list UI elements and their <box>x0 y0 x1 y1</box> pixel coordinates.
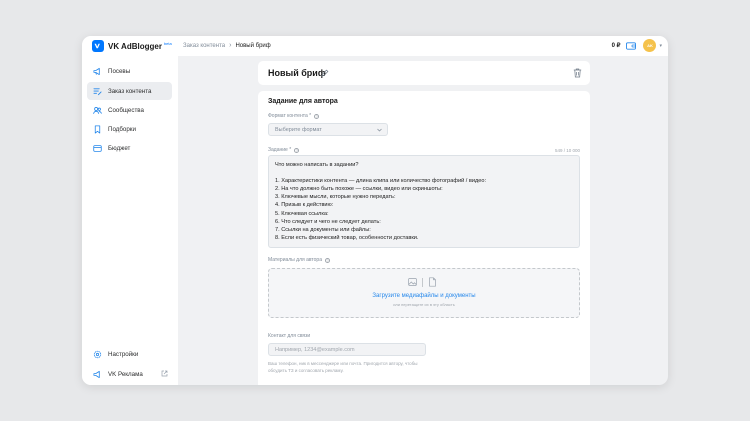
upload-dropzone[interactable]: Загрузите медиафайлы и документы или пер… <box>268 268 580 318</box>
task-blank-line <box>275 169 573 177</box>
task-line: 1. Характеристики контента — длина клипа… <box>275 178 486 185</box>
gear-icon <box>93 350 102 358</box>
megaphone-icon <box>93 67 100 75</box>
megaphone-icon <box>93 370 100 378</box>
task-line: Что можно написать в задании? <box>275 162 359 168</box>
section-title: Задание для автора <box>268 98 338 105</box>
sidebar-item-posevy[interactable]: Посевы <box>87 62 172 80</box>
top-header: VK AdBlogger beta Заказ контента › Новый… <box>82 36 668 56</box>
edit-list-icon <box>93 87 102 95</box>
sidebar-item-content-order[interactable]: Заказ контента <box>87 82 172 100</box>
task-label-text: Задание * <box>268 147 292 153</box>
format-label-text: Формат контента * <box>268 113 312 119</box>
breadcrumb-separator: › <box>229 42 232 49</box>
upload-link[interactable]: Загрузите медиафайлы и документы <box>269 293 579 299</box>
sidebar-item-communities[interactable]: Сообщества <box>87 101 172 119</box>
sidebar-item-collections[interactable]: Подборки <box>87 120 172 138</box>
external-link-icon[interactable] <box>161 370 168 377</box>
task-line: 2. На что должно быть похоже — ссылки, в… <box>275 186 443 193</box>
header-actions: 0 ₽ AK ▾ <box>612 39 662 52</box>
vk-logo-icon <box>92 40 104 52</box>
app-window: VK AdBlogger beta Заказ контента › Новый… <box>82 36 668 385</box>
contact-label-text: Контакт для связи <box>268 333 311 339</box>
chevron-down-icon[interactable]: ▾ <box>659 43 662 49</box>
materials-label: Материалы для автора ? <box>268 257 330 263</box>
sidebar: Посевы Заказ контента Сообщества Подборк… <box>82 56 178 385</box>
format-select[interactable]: Выберите формат <box>268 123 388 136</box>
contact-input[interactable]: Например, 1234@example.com <box>268 343 426 356</box>
sidebar-item-label: Подборки <box>108 125 136 133</box>
avatar[interactable]: AK <box>643 39 657 52</box>
users-icon <box>93 106 102 114</box>
bookmark-icon <box>94 124 101 134</box>
pencil-icon[interactable] <box>321 69 329 77</box>
breadcrumb: Заказ контента › Новый бриф <box>183 42 271 49</box>
app-logo[interactable]: VK AdBlogger beta <box>92 40 172 52</box>
title-card: Новый бриф <box>258 61 590 85</box>
breadcrumb-parent[interactable]: Заказ контента <box>183 43 225 49</box>
sidebar-item-label: VK Реклама <box>108 370 143 378</box>
upload-hint: или перетащите их в эту область <box>393 302 455 307</box>
upload-icons-divider <box>422 277 423 287</box>
task-line: 4. Призыв к действию: <box>275 202 334 209</box>
sidebar-item-label: Бюджет <box>108 144 131 152</box>
document-icon <box>428 277 436 287</box>
contact-placeholder: Например, 1234@example.com <box>275 347 355 353</box>
main-content: Новый бриф Задание для автора Формат кон… <box>178 56 668 385</box>
app-name: VK AdBlogger <box>108 41 162 51</box>
format-select-value: Выберите формат <box>275 127 322 133</box>
task-line: 7. Ссылки на документы или файлы: <box>275 226 371 233</box>
task-line: 3. Ключевые мысли, которые нужно передат… <box>275 194 396 201</box>
beta-badge: beta <box>163 40 172 46</box>
task-textarea[interactable]: Что можно написать в задании? 1. Характе… <box>268 155 580 248</box>
sidebar-item-label: Заказ контента <box>108 87 152 95</box>
task-line: 8. Если есть физический товар, особеннос… <box>275 234 419 241</box>
contact-label: Контакт для связи <box>268 333 310 339</box>
help-icon[interactable]: ? <box>314 113 320 119</box>
balance-amount[interactable]: 0 ₽ <box>612 42 621 49</box>
sidebar-item-label: Сообщества <box>108 106 144 114</box>
wallet-icon[interactable] <box>626 41 637 50</box>
help-icon[interactable]: ? <box>325 257 330 263</box>
sidebar-item-label: Посевы <box>108 67 131 75</box>
task-line: 6. Что следует и чего не следует делать: <box>275 218 381 225</box>
task-label: Задание * ? <box>268 147 300 153</box>
task-line: 5. Ключевая ссылка: <box>275 210 329 217</box>
sidebar-item-settings[interactable]: Настройки <box>87 345 172 363</box>
breadcrumb-current: Новый бриф <box>235 42 271 49</box>
sidebar-item-vk-ads[interactable]: VK Реклама <box>87 365 172 383</box>
sidebar-item-budget[interactable]: Бюджет <box>87 139 172 157</box>
brief-form: Задание для автора Формат контента * ? В… <box>258 91 590 385</box>
help-icon[interactable]: ? <box>294 147 300 153</box>
materials-label-text: Материалы для автора <box>268 257 322 263</box>
sidebar-item-label: Настройки <box>108 350 139 358</box>
contact-hint: Ваш телефон, ник в мессенджере или почта… <box>268 361 418 373</box>
wallet-icon <box>93 144 102 152</box>
trash-icon[interactable] <box>573 68 582 78</box>
upload-icons <box>408 277 437 287</box>
format-label: Формат контента * ? <box>268 113 320 119</box>
page-title: Новый бриф <box>268 68 326 78</box>
image-icon <box>408 278 417 286</box>
chevron-down-icon <box>377 128 382 132</box>
char-counter: 549 / 10 000 <box>554 148 580 153</box>
